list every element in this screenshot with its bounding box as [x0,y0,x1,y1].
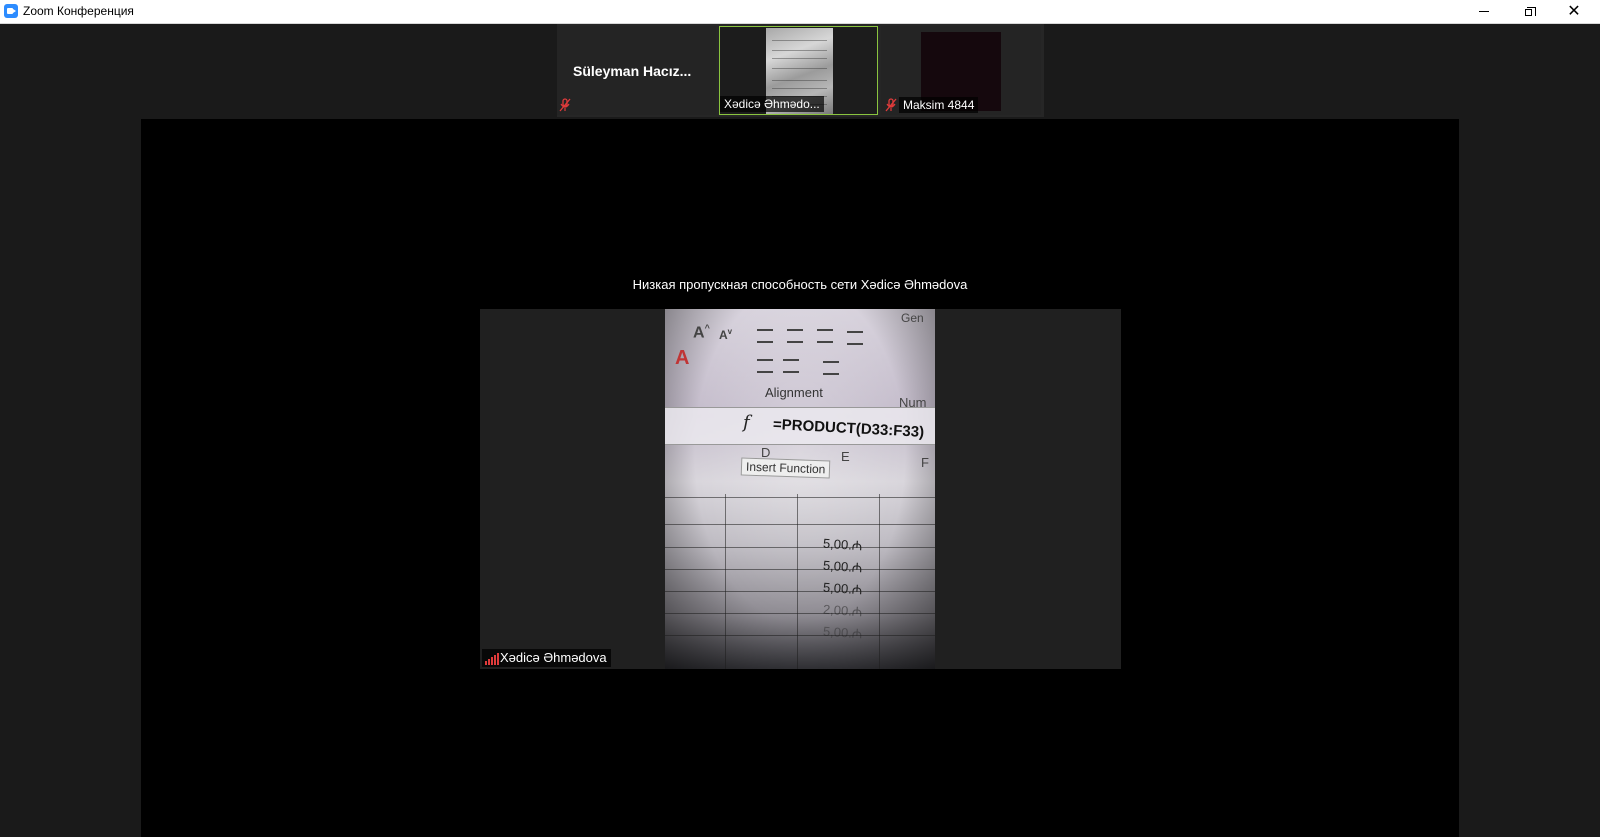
participant-name-label: Xədicə Əhmədo... [720,96,824,112]
restore-icon [1524,7,1536,16]
formula-bar: f =PRODUCT(D33:F33) [665,407,935,445]
participant-name: Süleyman Hacız... [573,63,692,79]
participant-tile[interactable]: Süleyman Hacız... [557,26,716,115]
align-left-icon [757,329,773,343]
font-grow-icon: A^ [693,323,710,342]
shared-video-feed: A^ Av A Gen Alignment Num f =PRODUCT(D33… [665,309,935,669]
merge-cells-icon [847,331,863,345]
muted-mic-icon [885,98,897,112]
close-icon: ✕ [1567,2,1581,20]
cell-value: 5,00.₼ [822,579,863,598]
minimize-button[interactable] [1462,0,1506,23]
alignment-group-label: Alignment [765,385,823,400]
insert-function-icon: f [743,412,750,433]
participant-tile-active-speaker[interactable]: Xədicə Əhmədo... [719,26,878,115]
decrease-indent-icon [757,359,773,373]
cell-value: 5,00.₼ [822,557,863,576]
insert-function-tooltip: Insert Function [740,457,831,479]
minimize-icon [1479,11,1489,12]
font-color-icon: A [675,347,690,369]
participant-thumbnail-strip: Süleyman Hacız... Xədicə Əhmədo... Maksi… [557,24,1044,117]
main-participant-label: Xədicə Əhmədova [482,649,611,667]
number-format-partial: Gen [901,311,924,325]
main-participant-name: Xədicə Əhmədova [500,650,607,665]
cell-value: 5,00.₼ [822,535,863,554]
muted-mic-icon [559,98,571,112]
orientation-icon [823,361,839,375]
align-center-icon [787,329,803,343]
formula-text: =PRODUCT(D33:F33) [772,416,925,441]
window-title: Zoom Конференция [23,4,134,18]
restore-button[interactable] [1507,0,1551,23]
participant-tile[interactable]: Maksim 4844 [881,26,1041,115]
cell-value: 5,00.₼ [822,623,863,642]
cell-value: 2,00.₼ [822,601,863,620]
close-button[interactable]: ✕ [1552,0,1596,23]
font-shrink-icon: Av [719,327,733,342]
increase-indent-icon [783,359,799,373]
low-bandwidth-notice: Низкая пропускная способность сети Xədic… [632,277,968,292]
column-header-f: F [921,455,929,470]
align-right-icon [817,329,833,343]
network-signal-icon [485,653,499,665]
main-video-frame[interactable]: A^ Av A Gen Alignment Num f =PRODUCT(D33… [480,309,1121,669]
zoom-app-icon [4,4,18,18]
active-speaker-stage: Низкая пропускная способность сети Xədic… [141,119,1459,837]
window-titlebar: Zoom Конференция ✕ [0,0,1600,24]
participant-name-label: Maksim 4844 [899,97,979,113]
column-header-e: E [841,449,850,464]
